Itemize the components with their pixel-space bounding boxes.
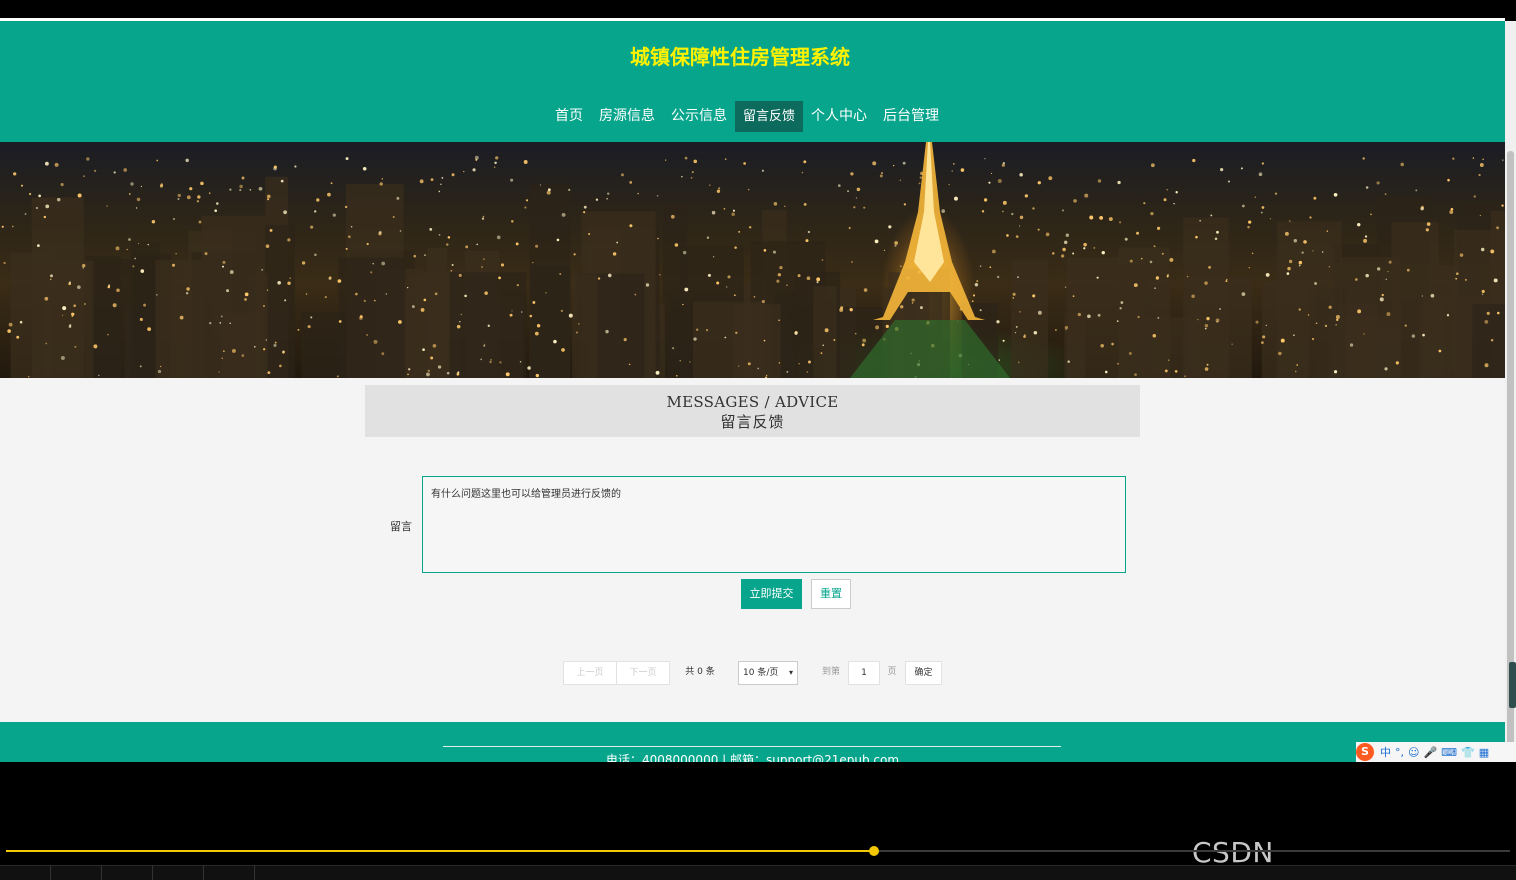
section-header: MESSAGES / ADVICE 留言反馈 <box>365 385 1140 437</box>
ime-toolbox-icon[interactable]: ▦ <box>1479 746 1489 759</box>
side-handle[interactable] <box>1509 662 1516 708</box>
page-size-value: 10 条/页 <box>743 668 779 678</box>
nav-item-4[interactable]: 个人中心 <box>803 101 875 132</box>
footer-contact: 电话：4008000000 | 邮箱：support@21epub.com <box>605 753 900 762</box>
sogou-logo-icon: S <box>1356 743 1374 761</box>
ime-mode-chinese-icon[interactable]: 中 <box>1380 744 1391 760</box>
prev-page-button[interactable]: 上一页 <box>563 661 617 685</box>
browser-viewport: 城镇保障性住房管理系统 首页 房源信息 公示信息 留言反馈 个人中心 后台管理 MESSA… <box>0 21 1505 762</box>
ime-keyboard-icon[interactable]: ⌨ <box>1441 746 1457 759</box>
scrollbar-thumb[interactable] <box>1507 151 1514 751</box>
message-textarea[interactable]: 有什么问题这里也可以给管理员进行反馈的 <box>422 476 1126 573</box>
control-divider <box>50 865 51 880</box>
ime-toolbar[interactable]: S 中 °, ☺ 🎤 ⌨ 👕 ▦ <box>1356 742 1516 762</box>
nav-item-5[interactable]: 后台管理 <box>875 101 947 132</box>
video-player-bar: CSDN @qq_811517515 <box>0 762 1516 880</box>
nav-item-0[interactable]: 首页 <box>547 101 591 132</box>
ime-skin-icon[interactable]: 👕 <box>1461 746 1475 759</box>
message-label: 留言 <box>390 520 412 533</box>
nav-item-2[interactable]: 公示信息 <box>663 101 735 132</box>
chevron-down-icon: ▾ <box>788 668 793 677</box>
reset-button[interactable]: 重置 <box>811 579 851 609</box>
page-scrollbar[interactable] <box>1505 21 1516 762</box>
goto-prefix: 到第 <box>821 667 840 677</box>
control-divider <box>203 865 204 880</box>
footer-divider <box>443 746 1061 747</box>
goto-suffix: 页 <box>887 667 897 677</box>
site-title: 城镇保障性住房管理系统 <box>630 45 850 69</box>
page-size-select[interactable]: 10 条/页 ▾ <box>738 661 798 685</box>
site-footer: 电话：4008000000 | 邮箱：support@21epub.com <box>0 722 1505 762</box>
control-divider <box>152 865 153 880</box>
ime-voice-icon[interactable]: 🎤 <box>1423 746 1437 759</box>
pagination: 上一页 下一页 共 0 条 10 条/页 ▾ 到第 1 页 确定 <box>0 661 1505 685</box>
banner-image <box>0 142 1505 378</box>
goto-page-input[interactable]: 1 <box>848 661 880 685</box>
ime-punctuation-icon[interactable]: °, <box>1395 746 1404 759</box>
submit-button[interactable]: 立即提交 <box>741 579 802 609</box>
control-divider <box>101 865 102 880</box>
goto-confirm-button[interactable]: 确定 <box>905 661 942 685</box>
section-title-zh: 留言反馈 <box>720 413 785 431</box>
site-header: 城镇保障性住房管理系统 首页 房源信息 公示信息 留言反馈 个人中心 后台管理 <box>0 21 1505 142</box>
nav-item-1[interactable]: 房源信息 <box>591 101 663 132</box>
main-nav: 首页 房源信息 公示信息 留言反馈 个人中心 后台管理 <box>0 101 1505 133</box>
player-control-strip <box>0 865 1516 880</box>
window-top-bar <box>0 0 1516 18</box>
nav-list: 首页 房源信息 公示信息 留言反馈 个人中心 后台管理 <box>547 101 947 132</box>
total-count: 共 0 条 <box>685 667 715 677</box>
section-title-en: MESSAGES / ADVICE <box>666 393 839 411</box>
next-page-button[interactable]: 下一页 <box>616 661 670 685</box>
control-divider <box>254 865 255 880</box>
banner-cityscape <box>1 142 1505 378</box>
ime-emoji-icon[interactable]: ☺ <box>1408 746 1419 759</box>
progress-knob[interactable] <box>869 846 879 856</box>
progress-fill <box>6 850 874 852</box>
nav-item-3[interactable]: 留言反馈 <box>735 101 804 132</box>
